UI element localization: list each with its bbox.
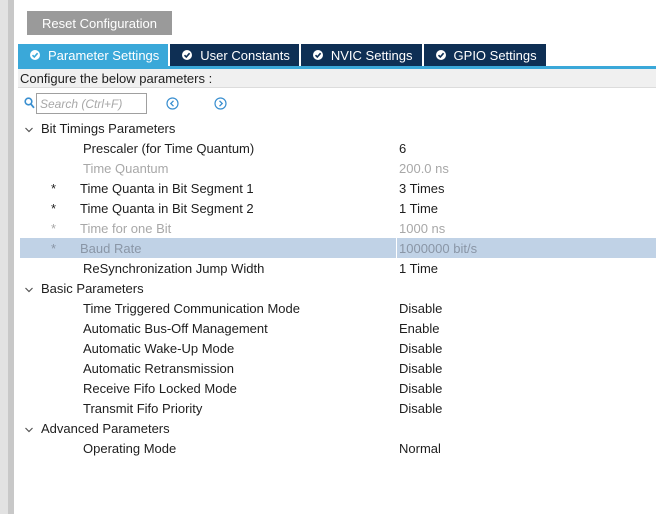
group-label: Basic Parameters [41,280,144,296]
column-divider [396,238,397,258]
param-name: Baud Rate [80,240,142,256]
param-row-selected[interactable]: * Baud Rate 1000000 bit/s [20,238,656,258]
group-label: Advanced Parameters [41,420,170,436]
param-name: Time Quanta in Bit Segment 2 [80,200,254,216]
modified-marker: * [51,200,57,216]
param-value[interactable]: 6 [399,141,406,156]
param-row[interactable]: Transmit Fifo Priority Disable [20,398,656,418]
group-label: Bit Timings Parameters [41,120,176,136]
param-row[interactable]: Time Quantum 200.0 ns [20,158,656,178]
modified-marker: * [51,240,57,256]
configure-header: Configure the below parameters : [18,69,656,88]
check-circle-icon [30,50,40,60]
tab-label: NVIC Settings [330,47,413,63]
param-value: 1000000 bit/s [399,240,478,256]
param-row[interactable]: Receive Fifo Locked Mode Disable [20,378,656,398]
param-row[interactable]: Automatic Retransmission Disable [20,358,656,378]
param-value: 1000 ns [399,220,446,236]
search-previous-button[interactable] [165,96,179,110]
param-name: Transmit Fifo Priority [83,400,203,416]
param-value[interactable]: Disable [399,301,442,316]
reset-configuration-button[interactable]: Reset Configuration [27,11,172,35]
param-value: 200.0 ns [399,160,449,176]
tab-parameter-settings[interactable]: Parameter Settings [18,44,169,66]
param-value[interactable]: Enable [399,321,439,336]
chevron-down-icon[interactable] [24,283,34,293]
search-icon [24,97,35,112]
param-row[interactable]: Time Triggered Communication Mode Disabl… [20,298,656,318]
check-circle-icon [182,50,193,60]
param-name: Time Quanta in Bit Segment 1 [80,180,254,196]
param-row[interactable]: * Time for one Bit 1000 ns [20,218,656,238]
param-name: Automatic Retransmission [83,360,234,376]
settings-tabs: Parameter Settings User Constants NVIC S… [18,44,548,66]
param-value[interactable]: Disable [399,401,442,416]
param-name: Time Triggered Communication Mode [83,300,300,316]
param-name: Operating Mode [83,440,177,456]
group-advanced-parameters[interactable]: Advanced Parameters [20,418,656,438]
param-name: Receive Fifo Locked Mode [83,380,237,396]
tab-gpio-settings[interactable]: GPIO Settings [423,44,546,66]
search-input[interactable] [36,93,147,114]
search-next-button[interactable] [213,96,227,110]
param-row[interactable]: Automatic Bus-Off Management Enable [20,318,656,338]
param-name: Automatic Wake-Up Mode [83,340,235,356]
param-value[interactable]: 1 Time [399,201,438,216]
param-row[interactable]: Operating Mode Normal [20,438,656,458]
param-value[interactable]: Disable [399,341,442,356]
tab-label: GPIO Settings [453,47,537,63]
param-row[interactable]: Automatic Wake-Up Mode Disable [20,338,656,358]
param-name: Time for one Bit [80,220,172,236]
param-row[interactable]: * Time Quanta in Bit Segment 2 1 Time [20,198,656,218]
check-circle-icon [312,50,323,60]
param-value[interactable]: Disable [399,381,442,396]
chevron-down-icon[interactable] [24,123,34,133]
modified-marker: * [51,220,57,236]
tab-user-constants[interactable]: User Constants [170,44,299,66]
tab-label: Parameter Settings [48,47,160,63]
modified-marker: * [51,180,57,196]
param-name: ReSynchronization Jump Width [83,260,265,276]
arrow-right-circle-icon [213,96,227,110]
param-value[interactable]: 3 Times [399,181,445,196]
tab-nvic-settings[interactable]: NVIC Settings [300,44,422,66]
group-basic-parameters[interactable]: Basic Parameters [20,278,656,298]
param-value[interactable]: Disable [399,361,442,376]
param-row[interactable]: * Time Quanta in Bit Segment 1 3 Times [20,178,656,198]
param-row[interactable]: Prescaler (for Time Quantum) 6 [20,138,656,158]
param-name: Prescaler (for Time Quantum) [83,140,255,156]
arrow-left-circle-icon [165,96,179,110]
group-bit-timings[interactable]: Bit Timings Parameters [20,118,656,138]
param-row[interactable]: ReSynchronization Jump Width 1 Time [20,258,656,278]
check-circle-icon [435,50,446,60]
param-name: Time Quantum [83,160,169,176]
param-value[interactable]: Normal [399,441,441,456]
tab-label: User Constants [200,47,290,63]
left-panel-edge [0,0,14,514]
chevron-down-icon[interactable] [24,423,34,433]
configure-text: Configure the below parameters : [20,70,213,86]
param-value[interactable]: 1 Time [399,261,438,276]
param-name: Automatic Bus-Off Management [83,320,268,336]
